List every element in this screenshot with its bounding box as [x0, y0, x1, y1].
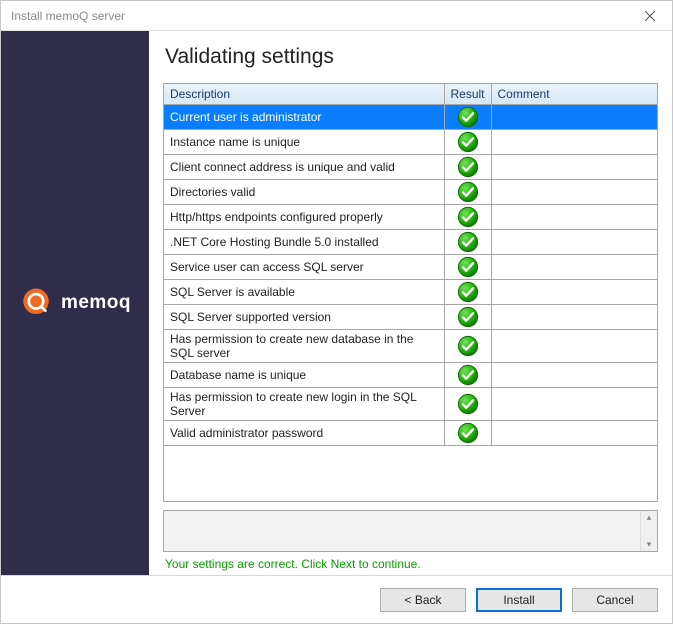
- cell-description: Has permission to create new database in…: [164, 330, 444, 363]
- cell-description: Has permission to create new login in th…: [164, 388, 444, 421]
- check-icon: [457, 134, 479, 148]
- check-icon: [457, 425, 479, 439]
- window-close-button[interactable]: [627, 1, 672, 31]
- cell-description: Service user can access SQL server: [164, 255, 444, 280]
- scroll-down-icon: ▾: [647, 538, 652, 551]
- column-header-result[interactable]: Result: [444, 84, 491, 105]
- log-scrollbar[interactable]: ▴ ▾: [640, 511, 657, 551]
- cell-result: [444, 155, 491, 180]
- cell-result: [444, 388, 491, 421]
- cell-description: SQL Server is available: [164, 280, 444, 305]
- cell-description: Valid administrator password: [164, 421, 444, 446]
- cell-comment: [491, 363, 657, 388]
- column-header-comment[interactable]: Comment: [491, 84, 657, 105]
- table-row[interactable]: Client connect address is unique and val…: [164, 155, 657, 180]
- table-header-row: Description Result Comment: [164, 84, 657, 105]
- cell-description: Http/https endpoints configured properly: [164, 205, 444, 230]
- brand-logo: memoq: [19, 286, 131, 320]
- cell-result: [444, 180, 491, 205]
- cancel-button[interactable]: Cancel: [572, 588, 658, 612]
- check-icon: [457, 259, 479, 273]
- table-row[interactable]: Current user is administrator: [164, 105, 657, 130]
- titlebar: Install memoQ server: [1, 1, 672, 31]
- cell-result: [444, 305, 491, 330]
- table-row[interactable]: Http/https endpoints configured properly: [164, 205, 657, 230]
- cell-comment: [491, 105, 657, 130]
- table-row[interactable]: Has permission to create new database in…: [164, 330, 657, 363]
- table-row[interactable]: Has permission to create new login in th…: [164, 388, 657, 421]
- check-icon: [457, 396, 479, 410]
- cell-description: SQL Server supported version: [164, 305, 444, 330]
- check-icon: [457, 109, 479, 123]
- cell-result: [444, 255, 491, 280]
- check-icon: [457, 338, 479, 352]
- scroll-up-icon: ▴: [647, 511, 652, 524]
- footer: < Back Install Cancel: [1, 575, 672, 623]
- cell-result: [444, 280, 491, 305]
- check-icon: [457, 367, 479, 381]
- window-title: Install memoQ server: [11, 9, 125, 23]
- check-icon: [457, 284, 479, 298]
- log-output: ▴ ▾: [163, 510, 658, 552]
- back-button[interactable]: < Back: [380, 588, 466, 612]
- cell-comment: [491, 180, 657, 205]
- close-icon: [645, 11, 655, 21]
- table-row[interactable]: Valid administrator password: [164, 421, 657, 446]
- installer-window: Install memoQ server memoq: [0, 0, 673, 624]
- check-icon: [457, 234, 479, 248]
- cell-result: [444, 105, 491, 130]
- table-row[interactable]: Instance name is unique: [164, 130, 657, 155]
- cell-description: Database name is unique: [164, 363, 444, 388]
- cell-result: [444, 230, 491, 255]
- cell-description: .NET Core Hosting Bundle 5.0 installed: [164, 230, 444, 255]
- cell-comment: [491, 230, 657, 255]
- table-row[interactable]: .NET Core Hosting Bundle 5.0 installed: [164, 230, 657, 255]
- validation-table-container: Description Result Comment Current user …: [163, 83, 658, 502]
- window-body: memoq Validating settings Description Re…: [1, 31, 672, 575]
- memoq-logo-icon: [19, 286, 53, 320]
- table-row[interactable]: SQL Server is available: [164, 280, 657, 305]
- status-message: Your settings are correct. Click Next to…: [165, 557, 658, 571]
- page-title: Validating settings: [165, 45, 658, 69]
- cell-comment: [491, 421, 657, 446]
- table-row[interactable]: Directories valid: [164, 180, 657, 205]
- cell-result: [444, 421, 491, 446]
- main-panel: Validating settings Description Result C…: [149, 31, 672, 575]
- column-header-description[interactable]: Description: [164, 84, 444, 105]
- table-row[interactable]: SQL Server supported version: [164, 305, 657, 330]
- cell-result: [444, 363, 491, 388]
- cell-comment: [491, 330, 657, 363]
- table-row[interactable]: Database name is unique: [164, 363, 657, 388]
- sidebar: memoq: [1, 31, 149, 575]
- cell-description: Current user is administrator: [164, 105, 444, 130]
- validation-table: Description Result Comment Current user …: [164, 84, 657, 446]
- cell-result: [444, 330, 491, 363]
- cell-comment: [491, 255, 657, 280]
- check-icon: [457, 309, 479, 323]
- check-icon: [457, 184, 479, 198]
- cell-result: [444, 205, 491, 230]
- cell-comment: [491, 205, 657, 230]
- cell-description: Directories valid: [164, 180, 444, 205]
- brand-name: memoq: [61, 292, 131, 314]
- install-button[interactable]: Install: [476, 588, 562, 612]
- cell-comment: [491, 280, 657, 305]
- table-row[interactable]: Service user can access SQL server: [164, 255, 657, 280]
- check-icon: [457, 209, 479, 223]
- cell-comment: [491, 130, 657, 155]
- check-icon: [457, 159, 479, 173]
- cell-comment: [491, 388, 657, 421]
- cell-description: Client connect address is unique and val…: [164, 155, 444, 180]
- cell-result: [444, 130, 491, 155]
- cell-description: Instance name is unique: [164, 130, 444, 155]
- cell-comment: [491, 305, 657, 330]
- cell-comment: [491, 155, 657, 180]
